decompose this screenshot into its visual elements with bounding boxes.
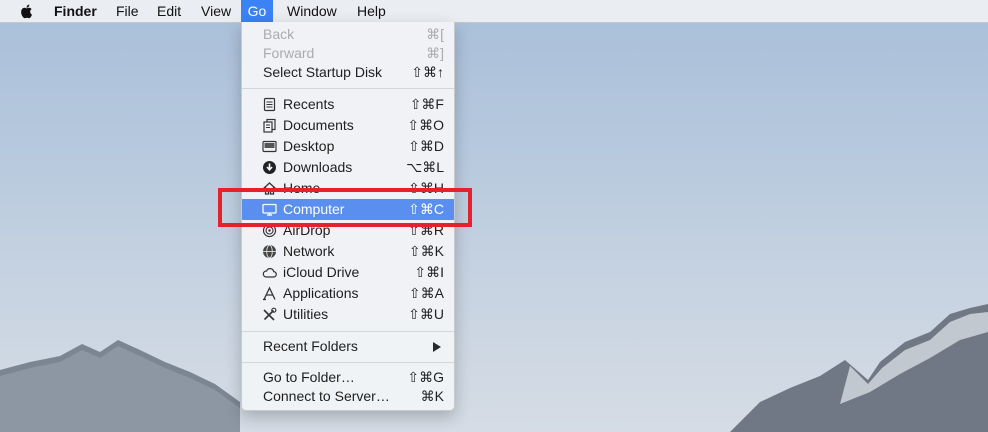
menu-item-label: Network xyxy=(283,243,335,259)
menu-item-forward: Forward ⌘] xyxy=(242,43,454,64)
icloud-icon xyxy=(262,268,277,278)
submenu-arrow-icon xyxy=(433,342,441,352)
annotation-highlight-box xyxy=(218,188,472,227)
apple-logo-icon[interactable] xyxy=(19,3,35,19)
menu-item-network[interactable]: Network ⇧⌘K xyxy=(242,241,454,262)
applications-icon xyxy=(263,286,276,301)
desktop-background xyxy=(0,0,988,432)
menu-item-shortcut: ⇧⌘K xyxy=(408,243,444,259)
menu-item-connect-to-server[interactable]: Connect to Server… ⌘K xyxy=(242,386,454,407)
menu-separator xyxy=(242,88,454,89)
menu-item-select-startup-disk[interactable]: Select Startup Disk ⇧⌘↑ xyxy=(242,62,454,83)
menu-separator xyxy=(242,331,454,332)
menu-item-shortcut: ⇧⌘G xyxy=(407,369,444,385)
downloads-icon xyxy=(263,161,276,174)
menu-item-back: Back ⌘[ xyxy=(242,24,454,45)
menu-item-label: Recent Folders xyxy=(263,338,358,354)
desktop-icon xyxy=(262,140,277,153)
menubar-edit[interactable]: Edit xyxy=(157,0,181,22)
menu-item-shortcut: ⇧⌘D xyxy=(408,138,444,154)
menu-item-label: Forward xyxy=(263,45,315,61)
menu-item-shortcut: ⇧⌘↑ xyxy=(411,64,444,80)
menu-item-recents[interactable]: Recents ⇧⌘F xyxy=(242,94,454,115)
recents-icon xyxy=(263,97,276,112)
menu-item-shortcut: ⌘K xyxy=(420,388,444,404)
menu-separator xyxy=(242,362,454,363)
menu-item-label: Recents xyxy=(283,96,335,112)
menu-item-shortcut: ⇧⌘I xyxy=(414,264,444,280)
menu-item-utilities[interactable]: Utilities ⇧⌘U xyxy=(242,304,454,325)
menubar-view[interactable]: View xyxy=(201,0,231,22)
menu-item-applications[interactable]: Applications ⇧⌘A xyxy=(242,283,454,304)
menu-item-label: Downloads xyxy=(283,159,353,175)
menu-item-label: Utilities xyxy=(283,306,329,322)
utilities-icon xyxy=(263,307,277,321)
menu-item-label: Go to Folder… xyxy=(263,369,355,385)
menu-item-shortcut: ⇧⌘F xyxy=(409,96,444,112)
menu-item-label: Applications xyxy=(283,285,359,301)
menu-item-shortcut: ⌥⌘L xyxy=(406,159,444,175)
menu-item-icloud-drive[interactable]: iCloud Drive ⇧⌘I xyxy=(242,262,454,283)
menu-item-label: Back xyxy=(263,26,295,42)
menu-item-shortcut: ⇧⌘U xyxy=(408,306,444,322)
menu-item-label: Select Startup Disk xyxy=(263,64,383,80)
menu-item-label: Desktop xyxy=(283,138,335,154)
documents-icon xyxy=(263,118,276,133)
menu-item-shortcut: ⌘] xyxy=(426,45,444,61)
menubar-finder[interactable]: Finder xyxy=(54,0,97,22)
menu-bar: Finder File Edit View Go Window Help xyxy=(0,0,988,23)
menubar-file[interactable]: File xyxy=(116,0,139,22)
menubar-window[interactable]: Window xyxy=(287,0,337,22)
menubar-go[interactable]: Go xyxy=(241,0,273,22)
menu-item-desktop[interactable]: Desktop ⇧⌘D xyxy=(242,136,454,157)
menubar-help[interactable]: Help xyxy=(357,0,386,22)
menu-item-documents[interactable]: Documents ⇧⌘O xyxy=(242,115,454,136)
mountain-landscape xyxy=(0,304,988,432)
network-icon xyxy=(263,244,276,259)
menu-item-label: Documents xyxy=(283,117,354,133)
menu-item-shortcut: ⌘[ xyxy=(426,26,444,42)
menu-item-go-to-folder[interactable]: Go to Folder… ⇧⌘G xyxy=(242,367,454,388)
menu-item-shortcut: ⇧⌘O xyxy=(407,117,444,133)
menu-item-downloads[interactable]: Downloads ⌥⌘L xyxy=(242,157,454,178)
menu-item-label: iCloud Drive xyxy=(283,264,360,280)
menu-item-recent-folders[interactable]: Recent Folders xyxy=(242,336,454,357)
menu-item-shortcut: ⇧⌘A xyxy=(408,285,444,301)
menu-item-label: Connect to Server… xyxy=(263,388,390,404)
